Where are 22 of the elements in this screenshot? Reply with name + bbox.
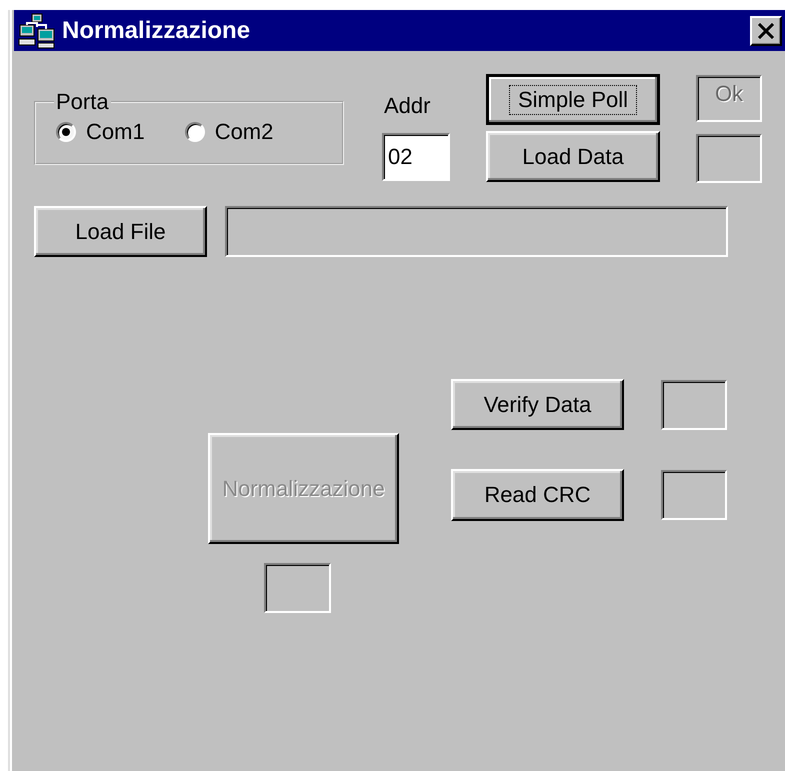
- status-box: [661, 380, 727, 430]
- read-crc-button[interactable]: Read CRC: [451, 469, 624, 521]
- radio-button[interactable]: [184, 122, 205, 142]
- computers-icon: [18, 12, 56, 48]
- close-icon: [757, 22, 775, 38]
- address-label: Addr: [384, 93, 432, 119]
- load-file-button[interactable]: Load File: [34, 206, 207, 257]
- radio-button[interactable]: [56, 122, 76, 142]
- simple-poll-button[interactable]: Simple Poll: [486, 74, 660, 125]
- verify-data-button[interactable]: Verify Data: [451, 379, 624, 430]
- address-field[interactable]: 02: [382, 133, 450, 181]
- status-box: [264, 563, 331, 613]
- window-title: Normalizzazione: [62, 16, 252, 44]
- ok-indicator: Ok: [696, 75, 762, 122]
- status-box: [661, 470, 727, 520]
- group-label: Porta: [55, 89, 110, 115]
- radio-label: Com1: [86, 119, 145, 145]
- status-box: [696, 134, 762, 183]
- close-button[interactable]: [750, 16, 782, 46]
- load-data-button[interactable]: Load Data: [486, 131, 660, 182]
- radio-label: Com2: [214, 119, 274, 145]
- file-path-field[interactable]: [225, 206, 728, 257]
